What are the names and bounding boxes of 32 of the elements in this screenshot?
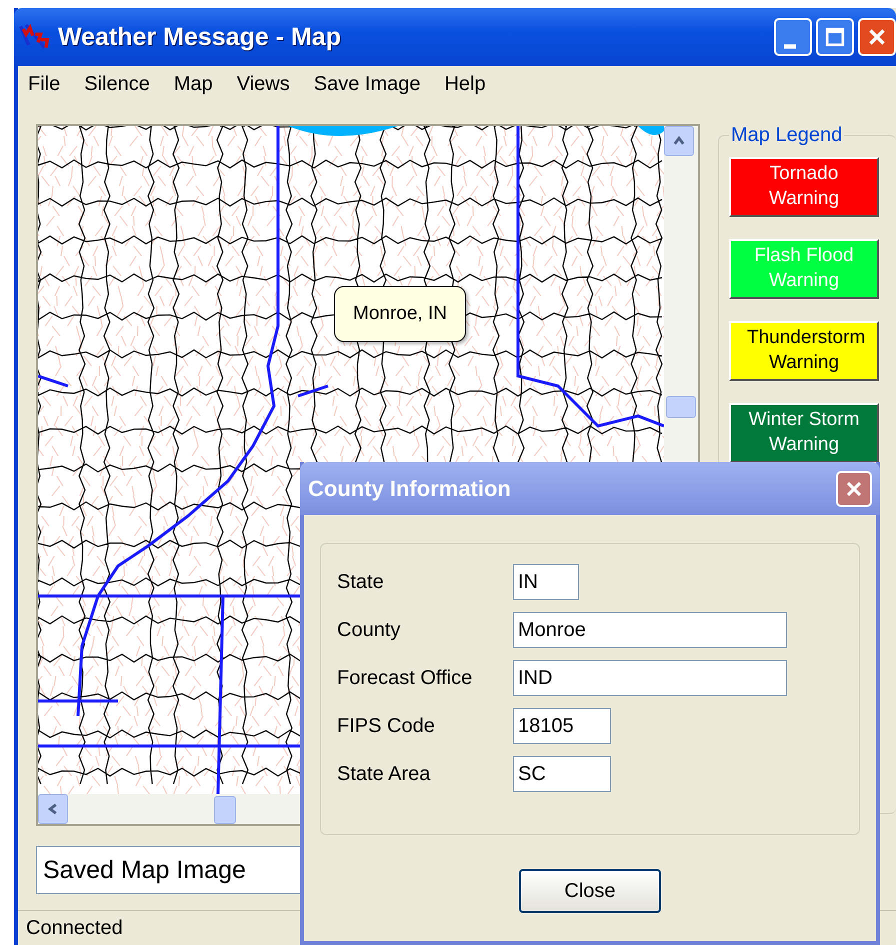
legend-title: Map Legend <box>730 124 844 147</box>
menu-item[interactable]: Help <box>444 72 486 96</box>
minimize-icon <box>784 44 796 48</box>
field-label: FIPS Code <box>337 714 436 738</box>
legend-button[interactable]: Thunderstorm Warning <box>729 321 879 381</box>
county-tooltip: Monroe, IN <box>334 286 466 342</box>
dialog-close-button[interactable] <box>836 470 872 506</box>
scroll-thumb[interactable] <box>666 396 696 418</box>
menu-item[interactable]: Silence <box>84 72 150 96</box>
maximize-button[interactable] <box>816 18 854 56</box>
text-field[interactable]: IND <box>513 660 787 696</box>
text-field[interactable]: IN <box>513 564 579 600</box>
field-label: State <box>337 570 385 594</box>
legend-button[interactable]: Tornado Warning <box>729 157 879 217</box>
map-drawing[interactable] <box>38 462 300 794</box>
window-title: Weather Message - Map <box>58 22 342 52</box>
text-field[interactable]: 18105 <box>513 708 611 744</box>
field-label: State Area <box>337 762 432 786</box>
legend-button[interactable]: Winter Storm Warning <box>729 403 879 463</box>
menu-item[interactable]: Views <box>236 72 290 96</box>
menu-item[interactable]: Save Image <box>314 72 420 96</box>
dialog-title: County Information <box>308 476 511 502</box>
text-field[interactable]: SC <box>513 756 611 792</box>
menu-item[interactable]: Map <box>174 72 213 96</box>
close-dialog-button[interactable]: Close <box>519 869 661 913</box>
scroll-thumb[interactable] <box>214 796 236 824</box>
field-label: County <box>337 618 402 642</box>
close-button[interactable] <box>858 18 896 56</box>
menu-item[interactable]: File <box>28 72 60 96</box>
field-label: Forecast Office <box>337 666 474 690</box>
minimize-button[interactable] <box>774 18 812 56</box>
text-field[interactable]: Monroe <box>513 612 787 648</box>
